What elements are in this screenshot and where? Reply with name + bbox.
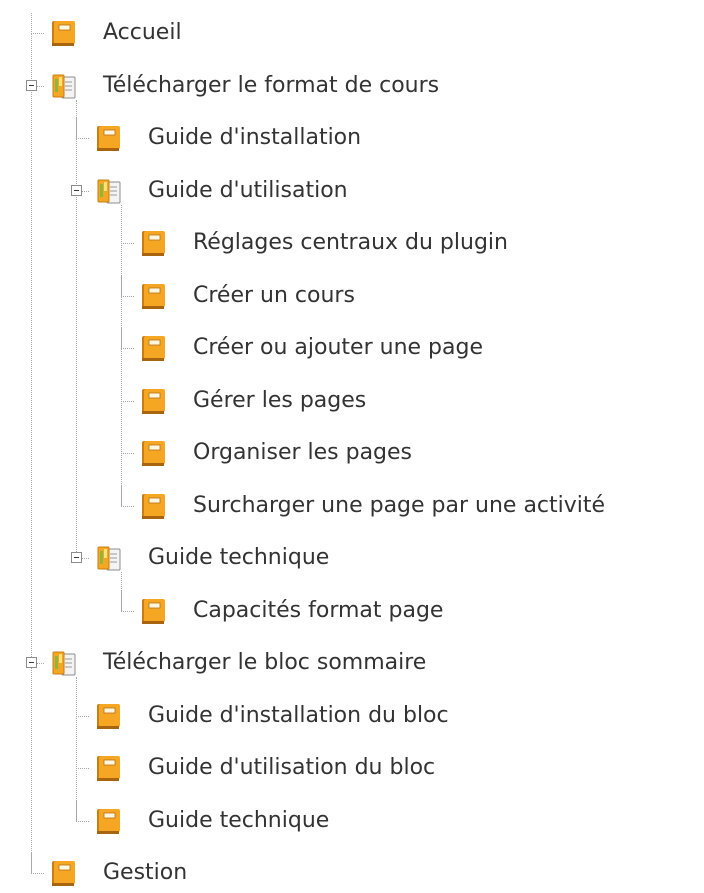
book-icon xyxy=(141,283,167,310)
navigation-tree: Accueil Télécharger le format de cours Gui… xyxy=(0,0,704,886)
collapse-toggle-icon[interactable] xyxy=(71,184,82,196)
tree-item[interactable]: Télécharger le bloc sommaire xyxy=(0,643,704,683)
book-icon xyxy=(141,335,167,362)
book-icon xyxy=(141,388,167,415)
collapse-toggle-icon[interactable] xyxy=(26,657,37,668)
tree-connector xyxy=(76,800,89,822)
tree-item-label[interactable]: Organiser les pages xyxy=(193,433,412,473)
book-icon xyxy=(96,755,122,782)
tree-item[interactable]: Guide technique xyxy=(0,800,704,841)
tree-item-label[interactable]: Guide d'installation du bloc xyxy=(148,696,449,736)
tree-item[interactable]: Créer ou ajouter une page xyxy=(0,328,704,368)
book-icon xyxy=(96,125,122,152)
tree-item[interactable]: Guide d'installation xyxy=(0,118,704,158)
tree-connector xyxy=(121,275,134,297)
tree-item[interactable]: Guide d'utilisation du bloc xyxy=(0,748,704,788)
tree-connector xyxy=(121,590,134,612)
open-book-icon xyxy=(96,545,122,572)
tree-item-label[interactable]: Guide d'installation xyxy=(148,118,361,158)
tree-item[interactable]: Réglages centraux du plugin xyxy=(0,223,704,263)
tree-item-label[interactable]: Guide d'utilisation du bloc xyxy=(148,748,435,788)
tree-item-label[interactable]: Accueil xyxy=(103,13,182,53)
tree-connector xyxy=(31,853,44,874)
tree-item-label[interactable]: Créer ou ajouter une page xyxy=(193,328,483,368)
tree-item[interactable]: Guide technique xyxy=(0,538,704,578)
open-book-icon xyxy=(51,650,77,677)
book-icon xyxy=(141,493,167,520)
tree-item[interactable]: Télécharger le format de cours xyxy=(0,66,704,106)
tree-item[interactable]: Organiser les pages xyxy=(0,433,704,473)
tree-connector xyxy=(121,485,134,507)
tree-connector xyxy=(76,695,89,717)
book-icon xyxy=(96,808,122,835)
tree-connector xyxy=(76,118,89,139)
tree-item[interactable]: Gestion xyxy=(0,853,704,893)
tree-connector xyxy=(37,663,44,664)
tree-item-label[interactable]: Capacités format page xyxy=(193,591,443,631)
book-icon xyxy=(96,703,122,730)
tree-connector xyxy=(76,748,89,769)
tree-item[interactable]: Guide d'utilisation xyxy=(0,171,704,211)
collapse-toggle-icon[interactable] xyxy=(71,552,82,563)
tree-connector xyxy=(82,190,89,192)
tree-item-label[interactable]: Surcharger une page par une activité xyxy=(193,486,605,526)
tree-item-label[interactable]: Télécharger le bloc sommaire xyxy=(103,643,426,683)
tree-item[interactable]: Créer un cours xyxy=(0,275,704,316)
tree-item[interactable]: Accueil xyxy=(0,13,704,53)
tree-item-label[interactable]: Gestion xyxy=(103,853,187,893)
collapse-toggle-icon[interactable] xyxy=(26,79,37,91)
tree-item-label[interactable]: Créer un cours xyxy=(193,276,355,316)
tree-connector xyxy=(37,85,44,87)
tree-item-label[interactable]: Gérer les pages xyxy=(193,381,366,421)
tree-item[interactable]: Capacités format page xyxy=(0,590,704,631)
tree-connector xyxy=(82,558,89,559)
open-book-icon xyxy=(96,178,122,205)
book-icon xyxy=(141,230,167,257)
tree-connector xyxy=(121,433,134,454)
tree-connector xyxy=(31,13,44,34)
open-book-icon xyxy=(51,73,77,100)
tree-connector xyxy=(121,380,134,402)
tree-connector xyxy=(121,328,134,349)
tree-item-label[interactable]: Télécharger le format de cours xyxy=(103,66,439,106)
tree-item-label[interactable]: Guide technique xyxy=(148,538,329,578)
tree-item-label[interactable]: Réglages centraux du plugin xyxy=(193,223,508,263)
tree-item[interactable]: Surcharger une page par une activité xyxy=(0,485,704,526)
tree-item-label[interactable]: Guide technique xyxy=(148,801,329,841)
tree-item[interactable]: Gérer les pages xyxy=(0,380,704,421)
tree-item-label[interactable]: Guide d'utilisation xyxy=(148,171,348,211)
book-icon xyxy=(141,440,167,467)
book-icon xyxy=(51,20,77,47)
tree-connector xyxy=(121,223,134,244)
book-icon xyxy=(141,598,167,625)
book-icon xyxy=(51,860,77,887)
tree-item[interactable]: Guide d'installation du bloc xyxy=(0,695,704,736)
